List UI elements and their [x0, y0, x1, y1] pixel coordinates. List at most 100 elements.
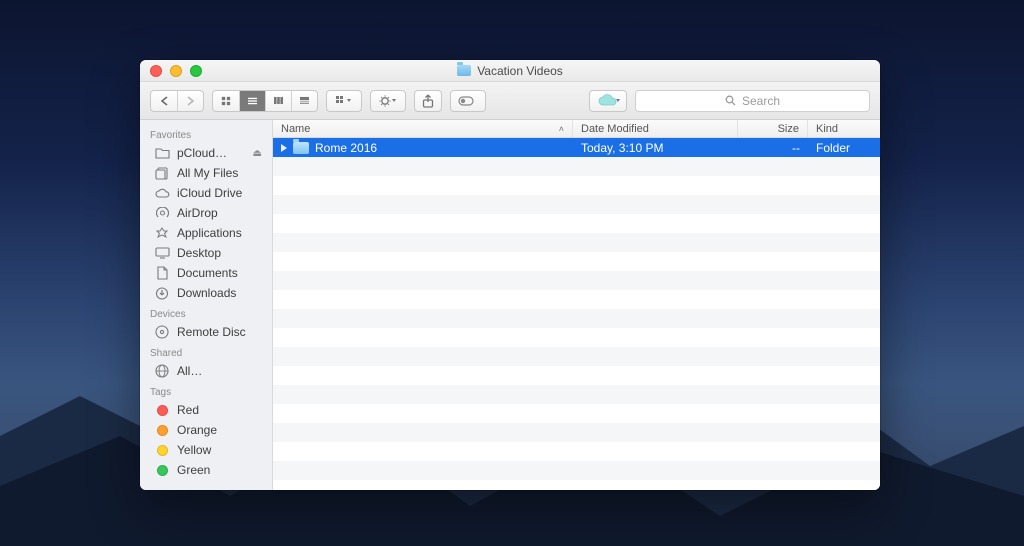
table-row-empty	[273, 423, 880, 442]
sidebar-item-label: Green	[177, 463, 210, 477]
table-row-empty	[273, 233, 880, 252]
sidebar-section-label: Favorites	[140, 124, 272, 143]
apps-icon	[154, 226, 170, 240]
sidebar-item[interactable]: Applications	[140, 223, 272, 243]
folder-icon	[293, 142, 309, 154]
search-field[interactable]: Search	[635, 90, 870, 112]
forward-button[interactable]	[177, 91, 203, 111]
sidebar-item-label: Downloads	[177, 286, 236, 300]
table-row-empty	[273, 480, 880, 490]
sidebar-item[interactable]: All…	[140, 361, 272, 381]
cloud-status-button[interactable]	[589, 90, 627, 112]
column-size-label: Size	[778, 123, 799, 135]
sidebar-item-label: pCloud…	[177, 146, 227, 160]
nav-back-forward	[150, 90, 204, 112]
table-row-empty	[273, 404, 880, 423]
sidebar-item[interactable]: AirDrop	[140, 203, 272, 223]
tags-button[interactable]	[450, 90, 486, 112]
allfiles-icon	[154, 166, 170, 180]
sidebar-section-label: Shared	[140, 342, 272, 361]
tag-icon	[154, 423, 170, 437]
table-row-empty	[273, 347, 880, 366]
cell-size: --	[738, 141, 808, 155]
sidebar-item[interactable]: All My Files	[140, 163, 272, 183]
tag-icon	[154, 403, 170, 417]
cell-date: Today, 3:10 PM	[573, 141, 738, 155]
view-mode-segment	[212, 90, 318, 112]
sidebar-item-label: Applications	[177, 226, 242, 240]
table-row-empty	[273, 309, 880, 328]
eject-icon[interactable]: ⏏	[253, 148, 262, 159]
column-date[interactable]: Date Modified	[573, 120, 738, 137]
docs-icon	[154, 266, 170, 280]
arrange-menu[interactable]	[326, 90, 362, 112]
sidebar-item[interactable]: pCloud… ⏏	[140, 143, 272, 163]
table-row-empty	[273, 195, 880, 214]
sidebar-item-label: AirDrop	[177, 206, 218, 220]
file-name: Rome 2016	[315, 141, 377, 155]
window-title: Vacation Videos	[140, 64, 880, 78]
column-headers: Name ˄ Date Modified Size Kind	[273, 120, 880, 138]
sidebar-item[interactable]: Remote Disc	[140, 322, 272, 342]
table-row-empty	[273, 290, 880, 309]
column-kind-label: Kind	[816, 123, 838, 135]
sidebar-item[interactable]: Orange	[140, 420, 272, 440]
table-row-empty	[273, 328, 880, 347]
back-button[interactable]	[151, 91, 177, 111]
table-row-empty	[273, 271, 880, 290]
view-icons-button[interactable]	[213, 91, 239, 111]
tag-icon	[154, 443, 170, 457]
sidebar: Favorites pCloud… ⏏ All My Files iCloud Driv…	[140, 120, 273, 490]
view-columns-button[interactable]	[265, 91, 291, 111]
tag-icon	[154, 463, 170, 477]
table-row-empty	[273, 385, 880, 404]
search-placeholder: Search	[742, 94, 780, 108]
sidebar-item-label: Red	[177, 403, 199, 417]
column-name-label: Name	[281, 123, 310, 135]
desktop-icon	[154, 246, 170, 260]
sort-ascending-icon: ˄	[559, 124, 564, 134]
sidebar-item[interactable]: Desktop	[140, 243, 272, 263]
sidebar-item-label: Remote Disc	[177, 325, 246, 339]
column-name[interactable]: Name ˄	[273, 120, 573, 137]
cloud-icon	[154, 186, 170, 200]
table-row-empty	[273, 252, 880, 271]
sidebar-item-label: iCloud Drive	[177, 186, 242, 200]
folder-icon	[154, 146, 170, 160]
sidebar-section-label: Devices	[140, 303, 272, 322]
cell-kind: Folder	[808, 141, 880, 155]
window-title-text: Vacation Videos	[477, 64, 563, 78]
sidebar-item-label: All My Files	[177, 166, 238, 180]
sidebar-item-label: Orange	[177, 423, 217, 437]
view-list-button[interactable]	[239, 91, 265, 111]
column-size[interactable]: Size	[738, 120, 808, 137]
column-date-label: Date Modified	[581, 123, 649, 135]
titlebar[interactable]: Vacation Videos	[140, 60, 880, 82]
sidebar-item[interactable]: Green	[140, 460, 272, 480]
finder-window: Vacation Videos	[140, 60, 880, 490]
table-row-empty	[273, 366, 880, 385]
disclosure-triangle-icon[interactable]	[281, 144, 287, 152]
search-icon	[725, 95, 736, 106]
sidebar-item-label: All…	[177, 364, 202, 378]
sidebar-item[interactable]: Downloads	[140, 283, 272, 303]
sidebar-item[interactable]: Documents	[140, 263, 272, 283]
share-button[interactable]	[414, 90, 442, 112]
view-coverflow-button[interactable]	[291, 91, 317, 111]
table-row-empty	[273, 176, 880, 195]
table-row[interactable]: Rome 2016 Today, 3:10 PM--Folder	[273, 138, 880, 157]
sidebar-item-label: Yellow	[177, 443, 211, 457]
sidebar-item-label: Documents	[177, 266, 238, 280]
disc-icon	[154, 325, 170, 339]
table-row-empty	[273, 461, 880, 480]
sidebar-item[interactable]: Red	[140, 400, 272, 420]
table-row-empty	[273, 214, 880, 233]
table-row-empty	[273, 442, 880, 461]
sidebar-item[interactable]: Yellow	[140, 440, 272, 460]
table-row-empty	[273, 157, 880, 176]
column-kind[interactable]: Kind	[808, 120, 880, 137]
action-menu[interactable]	[370, 90, 406, 112]
sidebar-item-label: Desktop	[177, 246, 221, 260]
airdrop-icon	[154, 206, 170, 220]
sidebar-item[interactable]: iCloud Drive	[140, 183, 272, 203]
